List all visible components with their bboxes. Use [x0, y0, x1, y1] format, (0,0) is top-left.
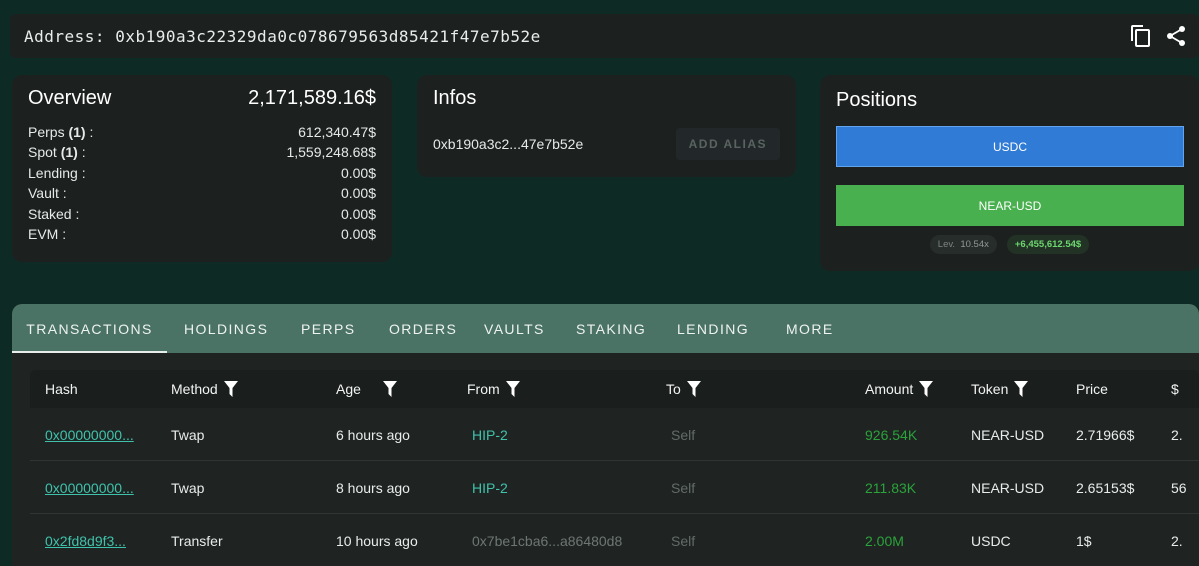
leverage-badge: Lev. 10.54x [929, 235, 997, 254]
copy-icon[interactable] [1129, 24, 1151, 48]
pnl-badge: +6,455,612.54$ [1006, 235, 1090, 254]
address-label: Address: 0xb190a3c22329da0c078679563d854… [24, 26, 541, 46]
tx-hash-link[interactable]: 0x2fd8d9f3... [45, 533, 126, 549]
overview-title: Overview [28, 87, 112, 109]
overview-row-vault: Vault : 0.00$ [28, 185, 376, 202]
tab-staking[interactable]: STAKING [576, 304, 646, 353]
header-price: Price [1076, 381, 1108, 397]
tx-usd-value: 2. [1171, 426, 1183, 443]
to-filter-icon[interactable] [686, 381, 701, 397]
table-header: Hash Method Age From To Amount Token Pri… [30, 370, 1199, 408]
tx-method: Twap [171, 479, 205, 496]
tx-age: 6 hours ago [336, 426, 410, 443]
positions-card: Positions USDC NEAR-USD Lev. 10.54x +6,4… [820, 75, 1199, 271]
tab-vaults[interactable]: VAULTS [484, 304, 545, 353]
tab-lending[interactable]: LENDING [677, 304, 749, 353]
tx-to: Self [671, 479, 696, 496]
tx-price: 2.71966$ [1076, 426, 1135, 443]
tx-method: Twap [171, 426, 205, 443]
overview-row-evm: EVM : 0.00$ [28, 226, 376, 243]
header-to: To [666, 370, 701, 408]
position-bar-usdc[interactable]: USDC [836, 126, 1184, 167]
tx-hash-link[interactable]: 0x00000000... [45, 480, 134, 496]
token-filter-icon[interactable] [1014, 381, 1029, 397]
tab-orders[interactable]: ORDERS [389, 304, 457, 353]
tx-method: Transfer [171, 532, 223, 549]
tab-perps[interactable]: PERPS [301, 304, 355, 353]
header-usd: $ [1171, 381, 1179, 397]
header-hash: Hash [45, 381, 78, 397]
overview-row-staked: Staked : 0.00$ [28, 205, 376, 222]
add-alias-button[interactable]: ADD ALIAS [675, 128, 780, 160]
tx-amount: 926.54K [865, 426, 918, 443]
table-row: 0x00000000... Twap 6 hours ago HIP-2 Sel… [30, 408, 1199, 461]
tab-holdings[interactable]: HOLDINGS [184, 304, 268, 353]
share-icon[interactable] [1165, 25, 1187, 47]
infos-card: Infos 0xb190a3c2...47e7b52e ADD ALIAS [417, 75, 796, 177]
tx-hash-link[interactable]: 0x00000000... [45, 427, 134, 443]
tab-transactions[interactable]: TRANSACTIONS [12, 304, 167, 353]
header-method: Method [171, 370, 238, 408]
tx-token: NEAR-USD [971, 479, 1045, 496]
tx-usd-value: 56 [1171, 479, 1187, 496]
tx-to: Self [671, 426, 696, 443]
address-actions [1129, 24, 1187, 48]
overview-row-lending: Lending : 0.00$ [28, 164, 376, 181]
method-filter-icon[interactable] [223, 381, 238, 397]
header-age: Age [336, 370, 397, 408]
tab-more[interactable]: MORE [786, 304, 834, 353]
tx-token: NEAR-USD [971, 426, 1045, 443]
tx-age: 8 hours ago [336, 479, 410, 496]
tx-usd-value: 2. [1171, 532, 1183, 549]
tx-amount: 211.83K [865, 479, 917, 496]
address-bar: Address: 0xb190a3c22329da0c078679563d854… [10, 14, 1199, 58]
tab-bar: TRANSACTIONS HOLDINGS PERPS ORDERS VAULT… [12, 304, 1199, 353]
table-row: 0x00000000... Twap 8 hours ago HIP-2 Sel… [30, 461, 1199, 514]
age-filter-icon[interactable] [382, 381, 397, 397]
position-bar-near-usd[interactable]: NEAR-USD [836, 185, 1184, 226]
positions-title: Positions [836, 89, 918, 111]
overview-total: 2,171,589.16$ [248, 87, 376, 109]
tx-to: Self [671, 532, 696, 549]
tx-token: USDC [971, 532, 1011, 549]
overview-row-spot: Spot (1) : 1,559,248.68$ [28, 144, 376, 161]
header-token: Token [971, 370, 1029, 408]
tx-from-link[interactable]: HIP-2 [472, 480, 508, 496]
tx-from-link[interactable]: HIP-2 [472, 427, 508, 443]
tx-price: 1$ [1076, 532, 1092, 549]
tx-price: 2.65153$ [1076, 479, 1135, 496]
table-row: 0x2fd8d9f3... Transfer 10 hours ago 0x7b… [30, 514, 1199, 566]
header-from: From [467, 370, 520, 408]
header-amount: Amount [865, 370, 934, 408]
activity-panel: TRANSACTIONS HOLDINGS PERPS ORDERS VAULT… [12, 304, 1199, 566]
from-filter-icon[interactable] [505, 381, 520, 397]
transactions-table: Hash Method Age From To Amount Token Pri… [30, 370, 1199, 566]
tx-from-link[interactable]: 0x7be1cba6...a86480d8 [472, 533, 622, 549]
overview-card: Overview 2,171,589.16$ Perps (1) : 612,3… [12, 75, 392, 262]
tx-amount: 2.00M [865, 532, 904, 549]
amount-filter-icon[interactable] [919, 381, 934, 397]
infos-address: 0xb190a3c2...47e7b52e [433, 136, 584, 152]
tx-age: 10 hours ago [336, 532, 418, 549]
infos-title: Infos [433, 87, 477, 109]
overview-row-perps: Perps (1) : 612,340.47$ [28, 124, 376, 140]
